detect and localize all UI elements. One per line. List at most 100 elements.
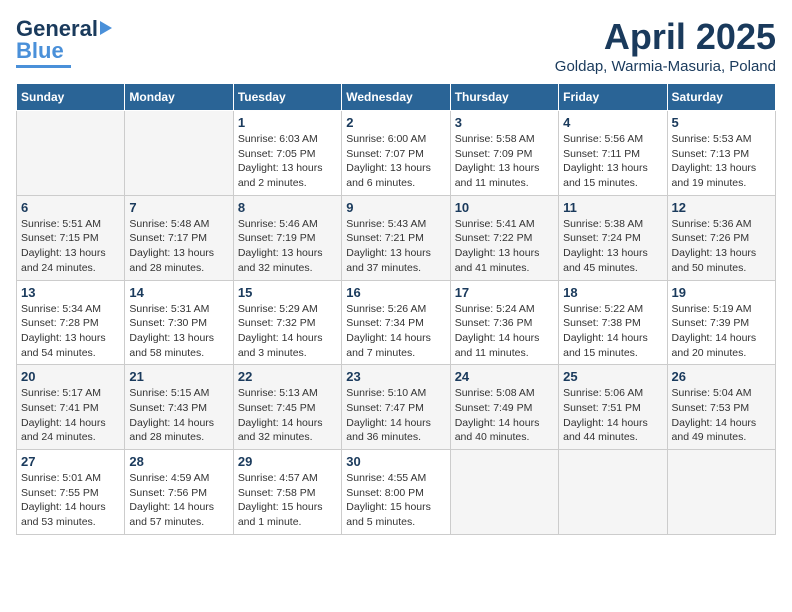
day-header-saturday: Saturday [667,84,775,111]
calendar-day: 23 Sunrise: 5:10 AM Sunset: 7:47 PM Dayli… [342,365,450,450]
day-header-friday: Friday [559,84,667,111]
day-info: Sunrise: 5:58 AM Sunset: 7:09 PM Dayligh… [455,132,554,191]
calendar-day: 25 Sunrise: 5:06 AM Sunset: 7:51 PM Dayli… [559,365,667,450]
calendar-day: 10 Sunrise: 5:41 AM Sunset: 7:22 PM Dayli… [450,195,558,280]
day-number: 25 [563,369,662,384]
calendar-day [667,450,775,535]
day-number: 8 [238,200,337,215]
day-number: 17 [455,285,554,300]
calendar-day: 20 Sunrise: 5:17 AM Sunset: 7:41 PM Dayli… [17,365,125,450]
day-number: 12 [672,200,771,215]
calendar-day: 13 Sunrise: 5:34 AM Sunset: 7:28 PM Dayli… [17,280,125,365]
day-info: Sunrise: 5:36 AM Sunset: 7:26 PM Dayligh… [672,217,771,276]
day-number: 30 [346,454,445,469]
day-info: Sunrise: 5:22 AM Sunset: 7:38 PM Dayligh… [563,302,662,361]
calendar-day: 15Sunrise: 5:29 AM Sunset: 7:32 PM Dayli… [233,280,341,365]
day-number: 27 [21,454,120,469]
calendar-day: 3 Sunrise: 5:58 AM Sunset: 7:09 PM Daylig… [450,111,558,196]
day-info: Sunrise: 5:17 AM Sunset: 7:41 PM Dayligh… [21,386,120,445]
calendar-day: 29Sunrise: 4:57 AM Sunset: 7:58 PM Dayli… [233,450,341,535]
day-number: 14 [129,285,228,300]
day-info: Sunrise: 5:31 AM Sunset: 7:30 PM Dayligh… [129,302,228,361]
day-number: 21 [129,369,228,384]
calendar-table: SundayMondayTuesdayWednesdayThursdayFrid… [16,83,776,535]
day-number: 22 [238,369,337,384]
day-number: 13 [21,285,120,300]
logo-arrow-icon [100,21,112,35]
calendar-day: 1 Sunrise: 6:03 AM Sunset: 7:05 PM Daylig… [233,111,341,196]
day-number: 9 [346,200,445,215]
day-number: 7 [129,200,228,215]
day-number: 28 [129,454,228,469]
day-info: Sunrise: 5:26 AM Sunset: 7:34 PM Dayligh… [346,302,445,361]
logo-text-blue: Blue [16,38,64,63]
day-number: 29 [238,454,337,469]
day-info: Sunrise: 4:59 AM Sunset: 7:56 PM Dayligh… [129,471,228,530]
day-info: Sunrise: 5:56 AM Sunset: 7:11 PM Dayligh… [563,132,662,191]
day-number: 20 [21,369,120,384]
day-info: Sunrise: 5:06 AM Sunset: 7:51 PM Dayligh… [563,386,662,445]
calendar-day: 11 Sunrise: 5:38 AM Sunset: 7:24 PM Dayli… [559,195,667,280]
calendar-day: 5 Sunrise: 5:53 AM Sunset: 7:13 PM Daylig… [667,111,775,196]
day-number: 3 [455,115,554,130]
day-number: 1 [238,115,337,130]
calendar-day [450,450,558,535]
day-info: Sunrise: 5:46 AM Sunset: 7:19 PM Dayligh… [238,217,337,276]
calendar-day: 18 Sunrise: 5:22 AM Sunset: 7:38 PM Dayli… [559,280,667,365]
day-number: 23 [346,369,445,384]
calendar-header-row: SundayMondayTuesdayWednesdayThursdayFrid… [17,84,776,111]
day-info: Sunrise: 5:08 AM Sunset: 7:49 PM Dayligh… [455,386,554,445]
day-number: 16 [346,285,445,300]
day-info: Sunrise: 6:03 AM Sunset: 7:05 PM Dayligh… [238,132,337,191]
day-info: Sunrise: 5:41 AM Sunset: 7:22 PM Dayligh… [455,217,554,276]
calendar-week-2: 6 Sunrise: 5:51 AM Sunset: 7:15 PM Daylig… [17,195,776,280]
day-number: 6 [21,200,120,215]
day-info: Sunrise: 5:38 AM Sunset: 7:24 PM Dayligh… [563,217,662,276]
calendar-day: 30Sunrise: 4:55 AM Sunset: 8:00 PM Dayli… [342,450,450,535]
day-number: 4 [563,115,662,130]
day-number: 26 [672,369,771,384]
day-number: 11 [563,200,662,215]
calendar-day: 7 Sunrise: 5:48 AM Sunset: 7:17 PM Daylig… [125,195,233,280]
calendar-day: 28 Sunrise: 4:59 AM Sunset: 7:56 PM Dayli… [125,450,233,535]
day-info: Sunrise: 5:53 AM Sunset: 7:13 PM Dayligh… [672,132,771,191]
day-number: 5 [672,115,771,130]
calendar-day [125,111,233,196]
logo: General Blue [16,16,112,68]
calendar-day: 21 Sunrise: 5:15 AM Sunset: 7:43 PM Dayli… [125,365,233,450]
calendar-day: 14 Sunrise: 5:31 AM Sunset: 7:30 PM Dayli… [125,280,233,365]
calendar-day [559,450,667,535]
calendar-day: 2Sunrise: 6:00 AM Sunset: 7:07 PM Daylig… [342,111,450,196]
day-header-sunday: Sunday [17,84,125,111]
calendar-day: 22 Sunrise: 5:13 AM Sunset: 7:45 PM Dayli… [233,365,341,450]
day-number: 15 [238,285,337,300]
calendar-day [17,111,125,196]
calendar-day: 4 Sunrise: 5:56 AM Sunset: 7:11 PM Daylig… [559,111,667,196]
calendar-day: 24 Sunrise: 5:08 AM Sunset: 7:49 PM Dayli… [450,365,558,450]
calendar-day: 12 Sunrise: 5:36 AM Sunset: 7:26 PM Dayli… [667,195,775,280]
day-number: 18 [563,285,662,300]
calendar-day: 27 Sunrise: 5:01 AM Sunset: 7:55 PM Dayli… [17,450,125,535]
day-number: 2 [346,115,445,130]
day-info: Sunrise: 5:04 AM Sunset: 7:53 PM Dayligh… [672,386,771,445]
day-info: Sunrise: 5:43 AM Sunset: 7:21 PM Dayligh… [346,217,445,276]
day-info: Sunrise: 5:01 AM Sunset: 7:55 PM Dayligh… [21,471,120,530]
day-info: Sunrise: 5:34 AM Sunset: 7:28 PM Dayligh… [21,302,120,361]
calendar-week-3: 13 Sunrise: 5:34 AM Sunset: 7:28 PM Dayli… [17,280,776,365]
day-info: Sunrise: 5:51 AM Sunset: 7:15 PM Dayligh… [21,217,120,276]
calendar-week-4: 20 Sunrise: 5:17 AM Sunset: 7:41 PM Dayli… [17,365,776,450]
day-info: Sunrise: 5:24 AM Sunset: 7:36 PM Dayligh… [455,302,554,361]
day-info: Sunrise: 5:19 AM Sunset: 7:39 PM Dayligh… [672,302,771,361]
day-number: 10 [455,200,554,215]
day-info: Sunrise: 5:13 AM Sunset: 7:45 PM Dayligh… [238,386,337,445]
calendar-day: 26 Sunrise: 5:04 AM Sunset: 7:53 PM Dayli… [667,365,775,450]
calendar-week-1: 1 Sunrise: 6:03 AM Sunset: 7:05 PM Daylig… [17,111,776,196]
day-number: 24 [455,369,554,384]
day-info: Sunrise: 5:15 AM Sunset: 7:43 PM Dayligh… [129,386,228,445]
day-info: Sunrise: 5:10 AM Sunset: 7:47 PM Dayligh… [346,386,445,445]
month-title: April 2025 [555,16,776,58]
title-block: April 2025 Goldap, Warmia-Masuria, Polan… [555,16,776,75]
day-info: Sunrise: 5:48 AM Sunset: 7:17 PM Dayligh… [129,217,228,276]
calendar-day: 16 Sunrise: 5:26 AM Sunset: 7:34 PM Dayli… [342,280,450,365]
calendar-day: 6 Sunrise: 5:51 AM Sunset: 7:15 PM Daylig… [17,195,125,280]
